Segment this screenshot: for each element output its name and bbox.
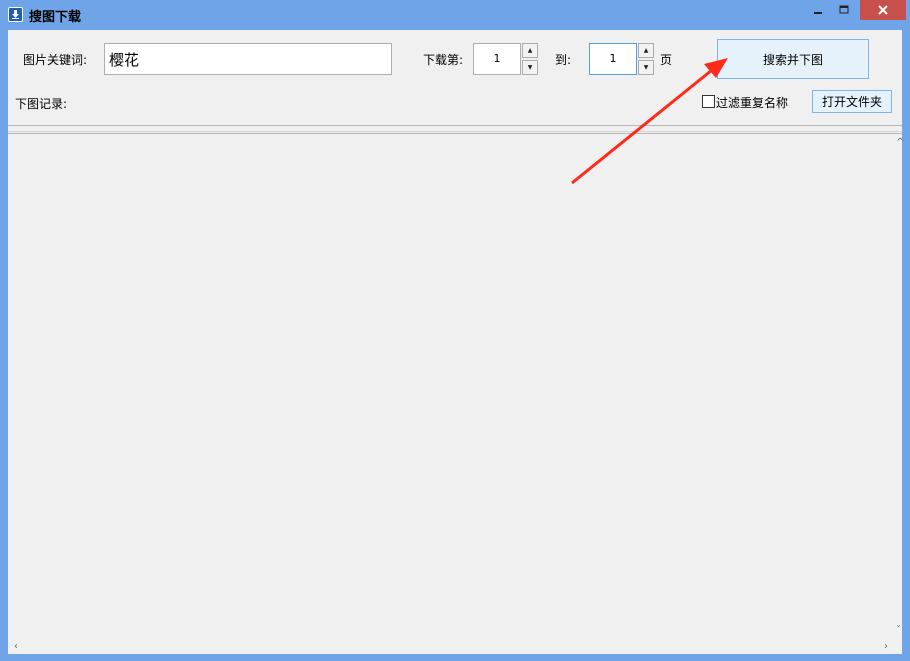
to-page-label: 到:: [555, 53, 572, 67]
chevron-down-icon[interactable]: ▼: [522, 60, 538, 75]
from-page-input[interactable]: 1: [473, 43, 521, 75]
log-label: 下图记录:: [15, 97, 68, 111]
from-page-stepper[interactable]: ▲ ▼: [522, 43, 538, 75]
keyword-label: 图片关键词:: [23, 53, 88, 67]
app-window: 搜图下载 图片关键词: 樱花 下载第: 1 ▲ ▼ 到: 1 ▲ ▼ 页 搜索并…: [0, 0, 910, 661]
minimize-icon: [814, 12, 822, 14]
splitter[interactable]: [8, 125, 902, 134]
scroll-down-icon[interactable]: ˇ: [896, 626, 901, 636]
title-bar[interactable]: 搜图下载: [0, 0, 910, 30]
download-log-area[interactable]: ^ ˇ ‹ ›: [8, 136, 904, 654]
maximize-icon: [839, 5, 849, 14]
download-icon: [8, 7, 23, 22]
to-page-stepper[interactable]: ▲ ▼: [638, 43, 654, 75]
open-folder-button[interactable]: 打开文件夹: [812, 90, 892, 113]
keyword-input[interactable]: 樱花: [104, 43, 392, 75]
scroll-left-icon[interactable]: ‹: [14, 642, 18, 652]
close-icon: [878, 5, 888, 15]
scroll-up-icon[interactable]: ^: [896, 138, 904, 148]
chevron-down-icon[interactable]: ▼: [638, 60, 654, 75]
from-page-label: 下载第:: [423, 53, 464, 67]
filter-duplicates-checkbox[interactable]: [702, 95, 715, 108]
search-and-download-button[interactable]: 搜索并下图: [717, 39, 869, 79]
client-area: 图片关键词: 樱花 下载第: 1 ▲ ▼ 到: 1 ▲ ▼ 页 搜索并下图 下图…: [8, 30, 904, 654]
page-unit-label: 页: [660, 53, 673, 67]
to-page-input[interactable]: 1: [589, 43, 637, 75]
chevron-up-icon[interactable]: ▲: [522, 43, 538, 58]
chevron-up-icon[interactable]: ▲: [638, 43, 654, 58]
minimize-button[interactable]: [805, 0, 831, 20]
scroll-right-icon[interactable]: ›: [884, 642, 888, 652]
close-button[interactable]: [860, 0, 906, 20]
maximize-button[interactable]: [831, 0, 857, 20]
window-title: 搜图下载: [29, 10, 82, 25]
filter-duplicates-label[interactable]: 过滤重复名称: [716, 94, 788, 111]
